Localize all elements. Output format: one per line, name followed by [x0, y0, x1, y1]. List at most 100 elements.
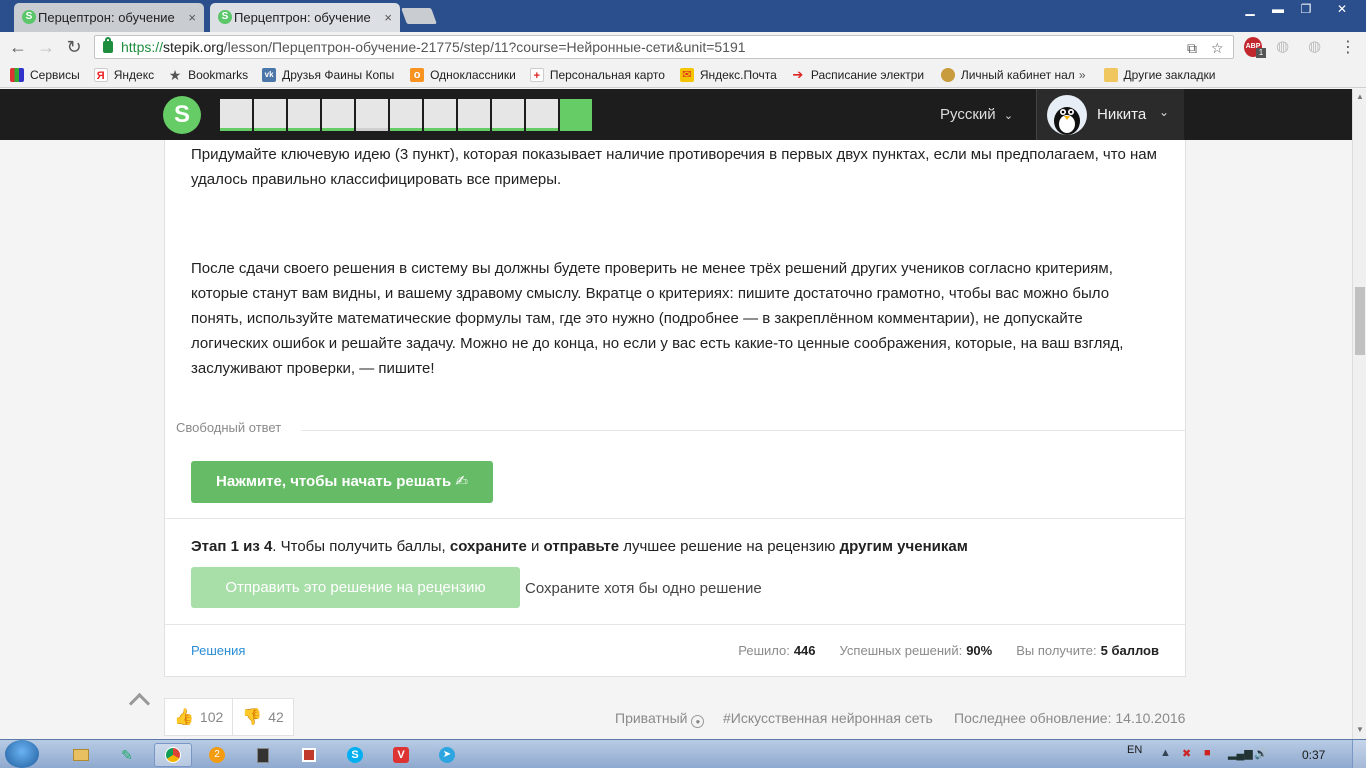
bookmark-item[interactable]: о Одноклассники: [410, 67, 516, 82]
network-signal-icon[interactable]: ▂▄▆: [1228, 747, 1253, 760]
telegram-icon[interactable]: ➤: [428, 743, 466, 767]
train-icon: ➔: [792, 67, 804, 82]
save-hint-text: Сохраните хотя бы одно решение: [525, 580, 762, 597]
ok-icon: о: [410, 67, 425, 82]
bookmark-item[interactable]: ✉ Яндекс.Почта: [679, 67, 777, 82]
extension-icon[interactable]: ◍: [1308, 37, 1321, 57]
clock[interactable]: 0:37: [1302, 748, 1325, 762]
bookmark-item[interactable]: Личный кабинет нал: [940, 67, 1077, 82]
submit-for-review-button[interactable]: Отправить это решение на рецензию: [191, 567, 520, 608]
back-arrow-icon[interactable]: ←: [6, 36, 30, 58]
skype-icon[interactable]: S: [336, 743, 374, 767]
restore-window-icon[interactable]: ❐: [1292, 0, 1320, 20]
other-bookmarks-folder[interactable]: Другие закладки: [1103, 67, 1215, 82]
menu-icon[interactable]: ⋮: [1340, 37, 1356, 57]
tab-title: Перцептрон: обучение: [234, 10, 371, 25]
penguin-avatar-icon: [1054, 107, 1080, 135]
tax-icon: [940, 67, 955, 82]
page-scrollbar[interactable]: ▲ ▼: [1352, 89, 1366, 739]
calculator-icon[interactable]: [244, 743, 282, 767]
vivaldi-icon[interactable]: V: [382, 743, 420, 767]
star-icon: ★: [168, 67, 182, 82]
tab-close-icon[interactable]: ×: [188, 10, 196, 25]
show-desktop-button[interactable]: [1352, 740, 1366, 768]
close-window-icon[interactable]: ✕: [1322, 0, 1362, 20]
like-button[interactable]: 👍 102: [165, 699, 232, 735]
lesson-steps-navigation: [220, 99, 594, 131]
step-tab[interactable]: [492, 99, 524, 131]
new-tab-button[interactable]: [401, 8, 437, 24]
step-tab[interactable]: [424, 99, 456, 131]
step-tab[interactable]: [254, 99, 286, 131]
step-tab-current[interactable]: [560, 99, 592, 131]
volume-icon[interactable]: 🔊: [1254, 747, 1268, 760]
bookmarks-overflow-icon[interactable]: »: [1079, 68, 1086, 82]
security-alert-icon[interactable]: ✖: [1182, 747, 1191, 760]
spreadsheet-icon[interactable]: [290, 743, 328, 767]
thumbs-down-icon: 👎: [242, 709, 263, 726]
solutions-link[interactable]: Решения: [191, 643, 245, 658]
bookmark-item[interactable]: vk Друзья Фаины Копы: [262, 67, 400, 82]
extension-icon[interactable]: ◍: [1276, 37, 1289, 57]
step-tab[interactable]: [390, 99, 422, 131]
app-icon[interactable]: 2: [198, 743, 236, 767]
lock-icon: ●: [691, 715, 705, 728]
start-solving-button[interactable]: Нажмите, чтобы начать решать ✍: [191, 461, 493, 503]
scroll-down-icon[interactable]: ▼: [1355, 725, 1365, 735]
step-tab[interactable]: [356, 99, 388, 131]
stepik-logo[interactable]: S: [163, 96, 201, 134]
file-explorer-icon[interactable]: [62, 743, 100, 767]
minimize-window-icon[interactable]: ▁: [1236, 0, 1264, 20]
privacy-status: Приватный ●: [615, 710, 705, 728]
bookmark-item[interactable]: Сервисы: [10, 67, 80, 82]
step-tab[interactable]: [288, 99, 320, 131]
user-profile-icon[interactable]: ▬: [1264, 0, 1292, 20]
chevron-down-icon: ⌄: [1159, 105, 1170, 119]
reload-icon[interactable]: ↻: [62, 36, 86, 58]
bookmark-item[interactable]: Я Яндекс: [93, 67, 154, 82]
step-tab[interactable]: [458, 99, 490, 131]
scroll-thumb[interactable]: [1355, 287, 1365, 355]
step-tab[interactable]: [526, 99, 558, 131]
url-path: /lesson/Перцептрон-обучение-21775/step/1…: [223, 39, 746, 55]
tray-expand-icon[interactable]: ▲: [1160, 747, 1171, 759]
browser-tab[interactable]: S Перцептрон: обучение ×: [14, 3, 204, 32]
dislike-button[interactable]: 👎 42: [232, 699, 293, 735]
windows-start-icon[interactable]: [5, 740, 39, 768]
scroll-up-icon[interactable]: ▲: [1355, 92, 1365, 102]
keyboard-language[interactable]: EN: [1127, 744, 1142, 756]
step-tab[interactable]: [322, 99, 354, 131]
scroll-to-top-icon[interactable]: [126, 690, 152, 710]
tab-close-icon[interactable]: ×: [384, 10, 392, 25]
user-name: Никита: [1097, 106, 1147, 123]
paint-icon[interactable]: ✎: [108, 743, 146, 767]
divider: [165, 624, 1185, 625]
avatar: [1047, 95, 1087, 135]
lesson-tag[interactable]: #Искусственная нейронная сеть: [723, 710, 933, 726]
language-selector[interactable]: Русский ⌄: [940, 106, 1013, 123]
bookmark-item[interactable]: ➔ Расписание электри: [791, 68, 927, 82]
browser-tab-active[interactable]: S Перцептрон: обучение ×: [210, 3, 400, 32]
antivirus-icon[interactable]: ■: [1204, 747, 1211, 759]
mail-icon: ✉: [679, 67, 694, 82]
divider: [301, 430, 1185, 431]
url-host: stepik.org: [163, 39, 224, 55]
bookmarks-bar: Сервисы Я Яндекс ★ Bookmarks vk Друзья Ф…: [0, 62, 1366, 88]
user-menu[interactable]: Никита ⌄: [1036, 89, 1184, 140]
solved-count: Решило: 446: [738, 643, 816, 658]
chrome-icon[interactable]: [154, 743, 192, 767]
bookmark-item[interactable]: + Персональная карто: [529, 67, 666, 82]
os-taskbar: ✎ 2 S V ➤ EN ▲ ✖ ■ ▂▄▆ 🔊 0:37: [0, 739, 1366, 768]
forward-arrow-icon[interactable]: →: [34, 36, 58, 58]
thumbs-up-icon: 👍: [174, 709, 194, 726]
folder-icon: [1103, 67, 1118, 82]
bookmark-star-icon[interactable]: ☆: [1211, 40, 1224, 57]
url-scheme: https://: [121, 39, 164, 55]
step-tab[interactable]: [220, 99, 252, 131]
medical-icon: +: [529, 67, 544, 82]
chevron-down-icon: ⌄: [1003, 110, 1014, 122]
address-bar[interactable]: https:// stepik.org /lesson/Перцептрон-о…: [94, 35, 1234, 59]
bookmark-item[interactable]: ★ Bookmarks: [168, 68, 248, 82]
translate-icon[interactable]: ⧉: [1187, 40, 1197, 57]
lock-icon: [103, 37, 113, 53]
